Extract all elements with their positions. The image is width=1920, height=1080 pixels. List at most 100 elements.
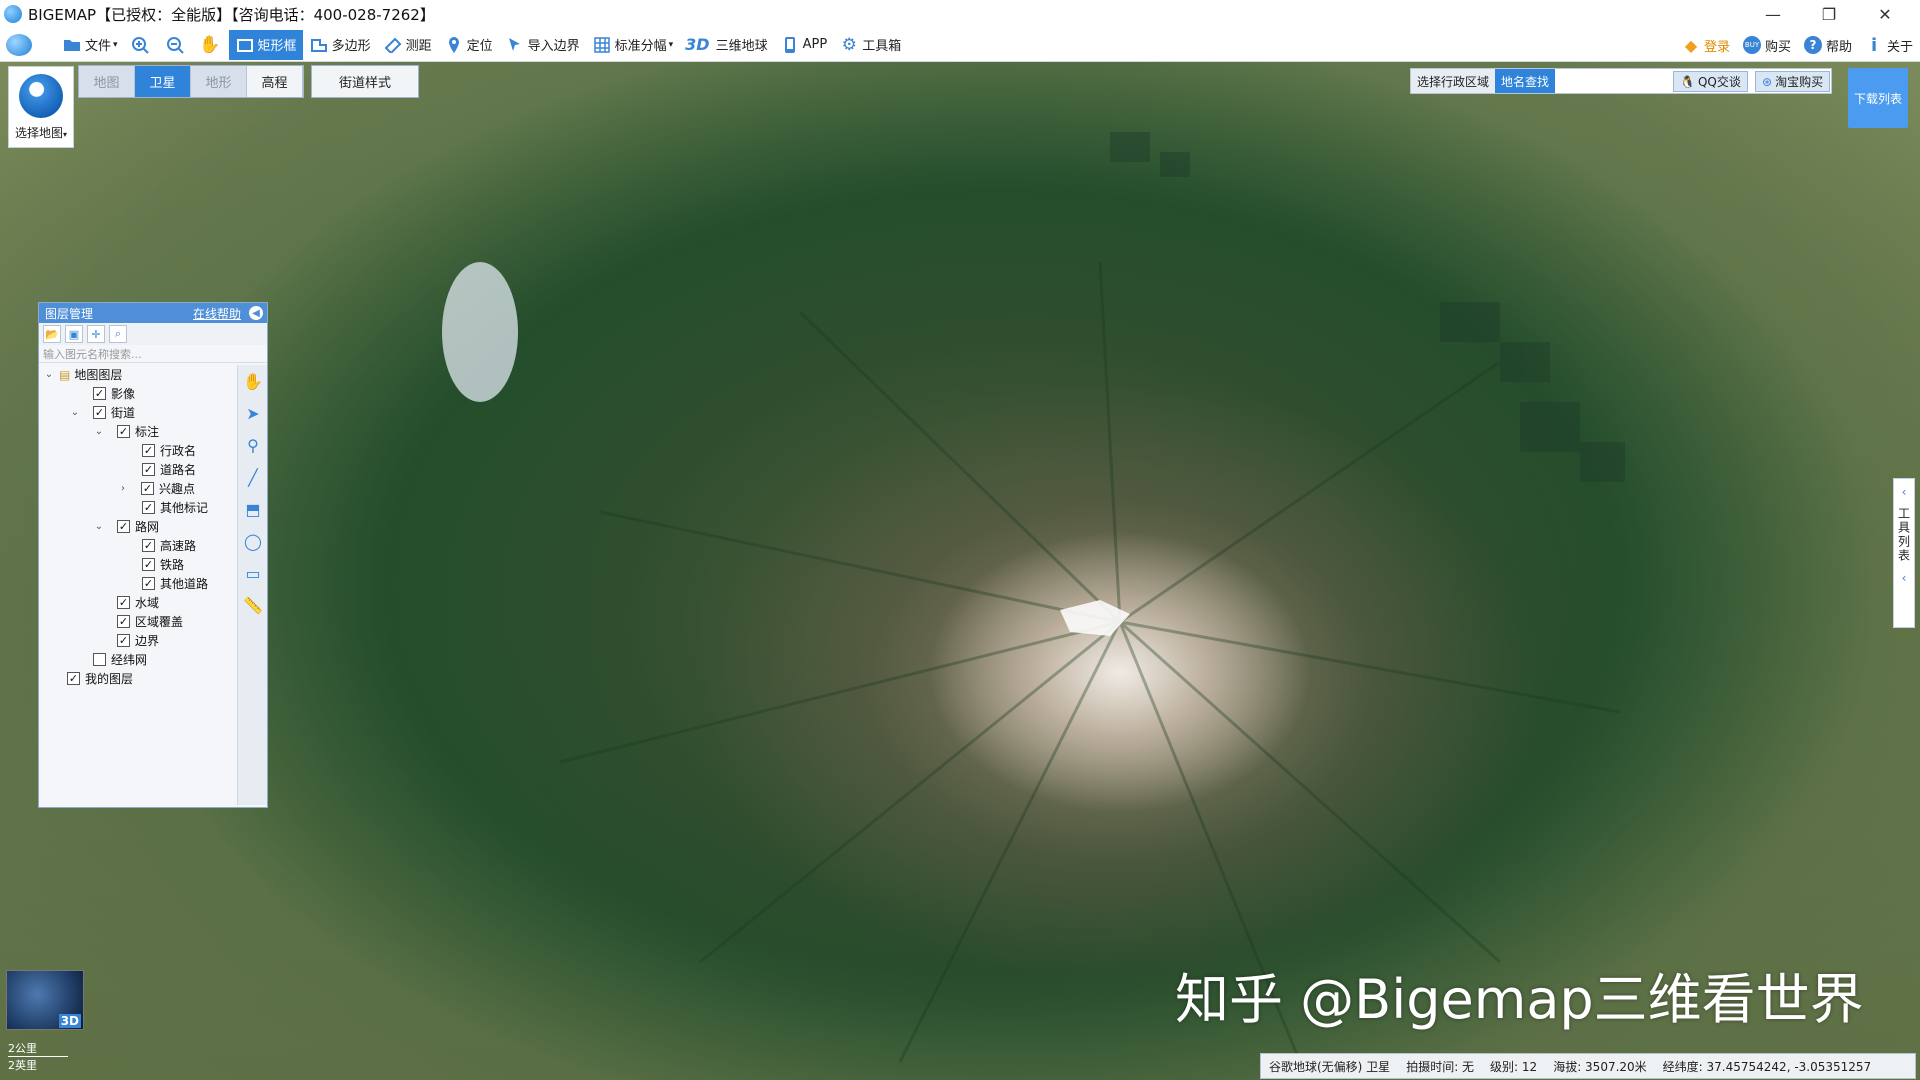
hand-icon[interactable]: ✋ bbox=[243, 371, 263, 391]
rectangle-icon[interactable]: ▭ bbox=[243, 563, 263, 583]
buy-button[interactable]: BUY 购买 bbox=[1736, 30, 1797, 60]
tool-list-tab[interactable]: ‹ 工具列表 ‹ bbox=[1893, 478, 1915, 628]
tab-terrain[interactable]: 地形 bbox=[191, 66, 247, 97]
globe-3d-button[interactable]: 3D 三维地球 bbox=[679, 30, 773, 60]
file-menu-label: 文件 bbox=[85, 39, 112, 54]
tree-node-streets[interactable]: ⌄ ✓ 街道 bbox=[69, 403, 135, 422]
tree-node-other-marks[interactable]: ✓ 其他标记 bbox=[142, 498, 208, 517]
polygon-button[interactable]: 多边形 bbox=[303, 30, 377, 60]
line-icon[interactable]: ╱ bbox=[243, 467, 263, 487]
polygon-icon bbox=[309, 35, 329, 55]
tab-select-region[interactable]: 选择行政区域 bbox=[1411, 69, 1496, 93]
polygon-icon[interactable]: ⬒ bbox=[243, 499, 263, 519]
checkbox-checked[interactable]: ✓ bbox=[117, 596, 130, 609]
checkbox-checked[interactable]: ✓ bbox=[67, 672, 80, 685]
tree-node-road-names[interactable]: ✓ 道路名 bbox=[142, 460, 196, 479]
tree-node-my-layers[interactable]: ✓ 我的图层 bbox=[67, 669, 133, 688]
chevron-down-icon[interactable]: ⌄ bbox=[93, 521, 105, 532]
scale-bar: 2公里 2英里 bbox=[8, 1040, 100, 1076]
chevron-left-icon: ‹ bbox=[1901, 571, 1907, 585]
chevron-down-icon[interactable]: ⌄ bbox=[93, 426, 105, 437]
app-button[interactable]: APP bbox=[774, 30, 834, 60]
circle-icon[interactable]: ◯ bbox=[243, 531, 263, 551]
save-icon[interactable]: ▣ bbox=[65, 325, 83, 343]
checkbox-checked[interactable]: ✓ bbox=[117, 634, 130, 647]
help-label: 帮助 bbox=[1826, 39, 1853, 55]
tree-node-area-cover[interactable]: ✓ 区域覆盖 bbox=[117, 612, 183, 631]
map-pin-icon[interactable]: ⚲ bbox=[243, 435, 263, 455]
window-title: BIGEMAP【已授权：全能版】【咨询电话：400-028-7262】 bbox=[28, 5, 435, 24]
checkbox-checked[interactable]: ✓ bbox=[117, 520, 130, 533]
checkbox-checked[interactable]: ✓ bbox=[142, 463, 155, 476]
map-source-chooser[interactable]: 选择地图▾ bbox=[8, 66, 74, 148]
search-icon[interactable]: ⌕ bbox=[109, 325, 127, 343]
tree-node-annotation[interactable]: ⌄ ✓ 标注 bbox=[93, 422, 159, 441]
taobao-buy-button[interactable]: ⊛ 淘宝购买 bbox=[1755, 71, 1831, 92]
open-folder-icon[interactable]: 📂 bbox=[43, 325, 61, 343]
satellite-map[interactable] bbox=[0, 62, 1920, 1080]
toolbox-button[interactable]: ⚙ 工具箱 bbox=[833, 30, 907, 60]
checkbox-checked[interactable]: ✓ bbox=[142, 539, 155, 552]
checkbox-checked[interactable]: ✓ bbox=[142, 444, 155, 457]
street-style-button[interactable]: 街道样式 bbox=[311, 65, 419, 98]
tree-node-graticule[interactable]: 经纬网 bbox=[93, 650, 147, 669]
pan-button[interactable]: ✋ bbox=[194, 30, 229, 60]
close-button[interactable]: ✕ bbox=[1862, 0, 1908, 28]
terrain-texture bbox=[442, 132, 1625, 1063]
zoom-out-button[interactable] bbox=[159, 30, 194, 60]
cursor-arrow-icon[interactable]: ➤ bbox=[243, 403, 263, 423]
tree-node-road-network[interactable]: ⌄ ✓ 路网 bbox=[93, 517, 159, 536]
checkbox-checked[interactable]: ✓ bbox=[142, 577, 155, 590]
help-button[interactable]: ? 帮助 bbox=[1797, 30, 1858, 60]
tree-node-poi[interactable]: › ✓ 兴趣点 bbox=[117, 479, 195, 498]
tab-elevation[interactable]: 高程 bbox=[247, 66, 303, 97]
checkbox-unchecked[interactable] bbox=[93, 653, 106, 666]
login-label: 登录 bbox=[1704, 39, 1731, 55]
import-boundary-button[interactable]: 导入边界 bbox=[499, 30, 586, 60]
login-button[interactable]: ◆ 登录 bbox=[1675, 30, 1736, 60]
checkbox-checked[interactable]: ✓ bbox=[142, 558, 155, 571]
online-help-link[interactable]: 在线帮助 bbox=[193, 305, 241, 322]
chevron-right-icon[interactable]: › bbox=[117, 483, 129, 494]
home-logo-button[interactable] bbox=[0, 30, 56, 60]
maximize-button[interactable]: ❐ bbox=[1806, 0, 1852, 28]
checkbox-checked[interactable]: ✓ bbox=[93, 387, 106, 400]
tree-node-railway[interactable]: ✓ 铁路 bbox=[142, 555, 184, 574]
checkbox-checked[interactable]: ✓ bbox=[117, 615, 130, 628]
chevron-down-icon[interactable]: ⌄ bbox=[69, 407, 81, 418]
import-boundary-label: 导入边界 bbox=[527, 39, 580, 54]
measure-button[interactable]: 测距 bbox=[377, 30, 438, 60]
collapse-icon[interactable]: ◀ bbox=[249, 306, 263, 320]
measure-label: 测距 bbox=[405, 39, 432, 54]
tab-satellite[interactable]: 卫星 bbox=[135, 66, 191, 97]
tab-place-search[interactable]: 地名查找 bbox=[1495, 69, 1556, 93]
grid-split-menu[interactable]: 标准分幅 ▾ bbox=[586, 30, 680, 60]
checkbox-checked[interactable]: ✓ bbox=[117, 425, 130, 438]
tree-node-highway[interactable]: ✓ 高速路 bbox=[142, 536, 196, 555]
folder-icon bbox=[62, 35, 82, 55]
checkbox-checked[interactable]: ✓ bbox=[142, 501, 155, 514]
crosshair-icon[interactable]: ✛ bbox=[87, 325, 105, 343]
file-menu[interactable]: 文件 ▾ bbox=[56, 30, 124, 60]
qq-chat-button[interactable]: 🐧 QQ交谈 bbox=[1673, 71, 1748, 92]
3d-icon: 3D bbox=[685, 35, 710, 54]
zoom-in-button[interactable] bbox=[124, 30, 159, 60]
tree-node-other-roads[interactable]: ✓ 其他道路 bbox=[142, 574, 208, 593]
layer-search-input[interactable]: 输入图元名称搜索... bbox=[39, 345, 267, 363]
checkbox-checked[interactable]: ✓ bbox=[141, 482, 154, 495]
tree-node-imagery[interactable]: ✓ 影像 bbox=[93, 384, 135, 403]
locate-button[interactable]: 定位 bbox=[438, 30, 499, 60]
minimize-button[interactable]: — bbox=[1750, 0, 1796, 28]
chevron-down-icon[interactable]: ⌄ bbox=[43, 369, 55, 380]
checkbox-checked[interactable]: ✓ bbox=[93, 406, 106, 419]
tree-node-map-layers[interactable]: ⌄ ▤ 地图图层 bbox=[43, 365, 123, 384]
tree-node-border[interactable]: ✓ 边界 bbox=[117, 631, 159, 650]
about-button[interactable]: ⅰ 关于 bbox=[1858, 30, 1919, 60]
ruler-icon[interactable]: 📏 bbox=[243, 595, 263, 615]
tree-node-water[interactable]: ✓ 水域 bbox=[117, 593, 159, 612]
tree-node-admin-names[interactable]: ✓ 行政名 bbox=[142, 441, 196, 460]
rectangle-select-button[interactable]: 矩形框 bbox=[228, 29, 303, 60]
download-list-button[interactable]: 下载列表 bbox=[1848, 68, 1908, 128]
tab-map[interactable]: 地图 bbox=[79, 66, 135, 97]
mini-globe-3d-button[interactable]: 3D bbox=[6, 970, 84, 1030]
